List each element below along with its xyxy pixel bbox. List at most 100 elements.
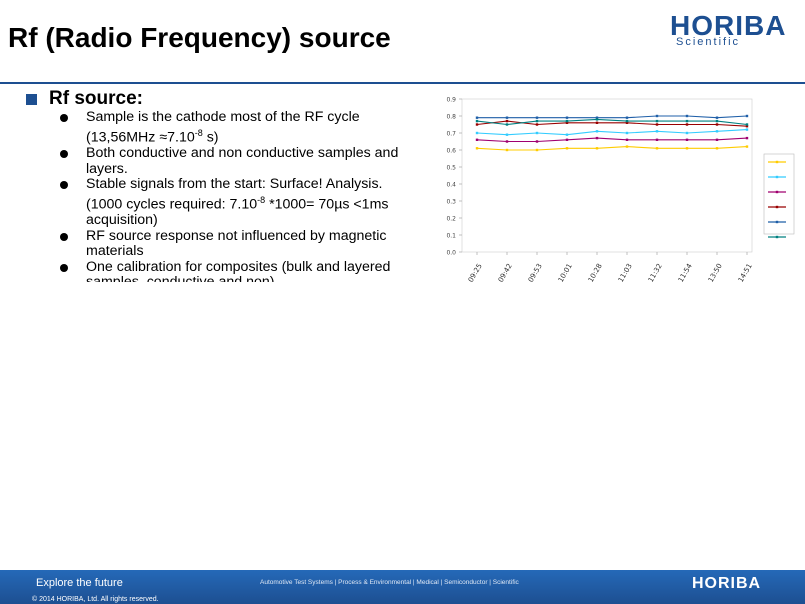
bullet-text: (13,56MHz ≈7.10 <box>86 129 195 146</box>
data-point <box>715 147 719 150</box>
data-point <box>625 138 629 141</box>
data-point <box>655 138 659 141</box>
y-tick-label: 0.1 <box>446 233 456 240</box>
series-line <box>477 115 748 119</box>
data-point <box>625 131 629 135</box>
legend-marker <box>775 160 779 164</box>
legend-marker <box>775 190 779 194</box>
series-line <box>476 146 748 151</box>
logo-sub-text: Scientific <box>676 36 741 48</box>
bullet-text: (1000 cycles required: 7.10 <box>86 196 258 213</box>
legend-marker <box>775 205 779 209</box>
x-tick-label: 09:53 <box>527 262 544 283</box>
square-bullet-icon <box>26 93 37 105</box>
y-tick-label: 0.8 <box>446 114 456 121</box>
x-tick-label: 11:03 <box>617 262 634 283</box>
data-point <box>595 130 599 133</box>
data-point <box>745 123 749 126</box>
data-point <box>655 123 659 126</box>
x-tick-label: 10:28 <box>587 262 604 283</box>
data-point <box>595 118 599 121</box>
bullet-text: RF source response not influenced by mag… <box>86 227 387 260</box>
data-point <box>655 119 659 123</box>
legend-marker <box>775 175 779 179</box>
data-point <box>685 114 689 118</box>
data-point <box>745 114 749 118</box>
footer-logo: HORIBA <box>692 575 762 592</box>
x-tick-label: 09:25 <box>467 262 484 283</box>
data-point <box>535 119 539 123</box>
data-point <box>565 133 569 136</box>
y-tick-label: 0.4 <box>446 182 456 189</box>
data-point <box>475 123 479 126</box>
data-point <box>505 119 509 123</box>
list-item: RF source response not influenced by mag… <box>60 227 420 260</box>
superscript: -8 <box>194 127 203 138</box>
data-point <box>685 131 689 135</box>
plot-area <box>461 98 753 253</box>
data-point <box>565 138 569 141</box>
data-point <box>535 131 539 135</box>
x-tick-label: 11:54 <box>677 262 694 284</box>
bullet-text: One calibration for composites (bulk and… <box>86 258 391 282</box>
data-point <box>535 123 539 126</box>
data-point <box>475 147 479 150</box>
data-point <box>715 119 719 123</box>
data-point <box>505 123 509 126</box>
series-line <box>476 137 748 143</box>
footer-tagline: Explore the future <box>36 577 123 589</box>
data-point <box>685 119 689 123</box>
data-point <box>565 119 569 123</box>
list-item: Both conductive and non conductive sampl… <box>60 145 420 177</box>
signal-stability-chart: 0.0 0.1 0.2 0.3 0.4 0.5 0.6 0.7 0.8 0.9 09:25 09:42… <box>446 97 795 284</box>
data-point <box>625 145 629 148</box>
data-point <box>655 130 659 133</box>
data-point <box>715 116 719 119</box>
data-point <box>595 121 599 124</box>
bullet-dot-icon <box>60 232 68 241</box>
x-tick-label: 09:42 <box>497 262 514 283</box>
data-point <box>715 123 719 126</box>
section-heading: Rf source: <box>26 88 143 110</box>
data-point <box>595 147 599 150</box>
data-point <box>535 116 539 119</box>
x-tick-label: 14:51 <box>737 262 754 283</box>
data-point <box>685 138 689 141</box>
data-point <box>505 148 509 152</box>
x-tick-label: 10:01 <box>557 262 574 283</box>
data-point <box>715 138 719 141</box>
data-point <box>475 116 479 119</box>
bullet-list: Sample is the cathode most of the RF cyc… <box>60 110 420 282</box>
bullet-text: Stable signals from the start: Surface! … <box>86 176 383 193</box>
y-tick-label: 0.2 <box>446 216 456 223</box>
list-item: Stable signals from the start: Surface! … <box>60 176 420 229</box>
data-point <box>655 114 659 118</box>
bullet-text: s) <box>202 129 219 146</box>
footer-bar: Explore the future Automotive Test Syste… <box>0 570 805 604</box>
data-point <box>715 130 719 133</box>
y-tick-label: 0.9 <box>446 97 456 104</box>
legend-marker <box>775 235 779 239</box>
data-point <box>625 116 629 119</box>
x-tick-label: 13:50 <box>707 262 724 283</box>
data-point <box>475 131 479 135</box>
data-point <box>745 128 749 131</box>
horiba-logo: HORIBA Scientific <box>670 10 795 50</box>
section-heading-text: Rf source: <box>49 88 143 109</box>
data-point <box>745 136 749 140</box>
legend-marker <box>775 220 779 224</box>
data-point <box>565 116 569 119</box>
data-point <box>475 119 479 123</box>
bullet-dot-icon <box>60 149 68 158</box>
y-tick-label: 0.0 <box>446 250 456 257</box>
bullet-dot-icon <box>60 263 68 272</box>
y-tick-label: 0.5 <box>446 165 456 172</box>
bullet-dot-icon <box>60 181 68 190</box>
x-tick-label: 11:32 <box>647 262 664 283</box>
data-point <box>625 119 629 123</box>
data-point <box>505 140 509 143</box>
y-tick-label: 0.7 <box>446 131 456 138</box>
list-item: One calibration for composites (bulk and… <box>60 258 420 282</box>
data-point <box>505 133 509 136</box>
superscript: -8 <box>257 194 266 205</box>
